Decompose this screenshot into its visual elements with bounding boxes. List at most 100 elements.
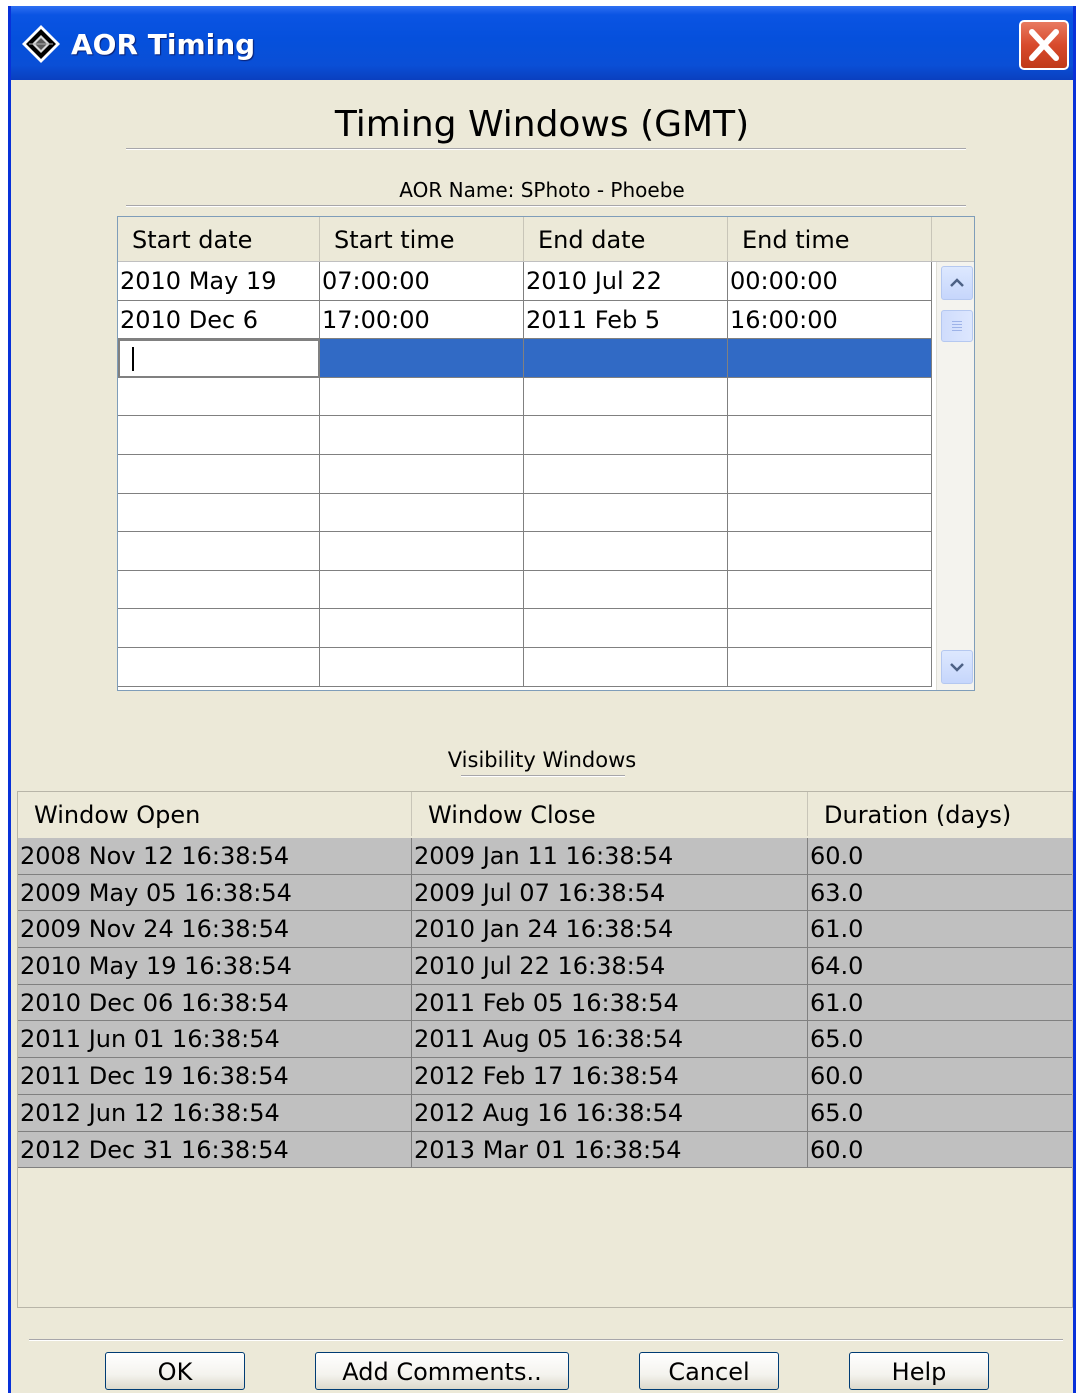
table-cell[interactable] bbox=[524, 454, 728, 494]
table-cell[interactable] bbox=[320, 647, 524, 687]
timing-table-scrollbar[interactable] bbox=[936, 262, 974, 690]
table-cell: 61.0 bbox=[808, 984, 1072, 1022]
column-header-end-time[interactable]: End time bbox=[728, 217, 932, 261]
table-cell[interactable] bbox=[524, 647, 728, 687]
table-cell[interactable]: 07:00:00 bbox=[320, 262, 524, 301]
table-cell[interactable]: 2010 May 19 bbox=[118, 262, 320, 301]
table-cell[interactable] bbox=[320, 454, 524, 494]
scroll-up-button[interactable] bbox=[941, 266, 973, 300]
table-cell: 2010 May 19 16:38:54 bbox=[18, 948, 412, 985]
visibility-table-header: Window Open Window Close Duration (days) bbox=[18, 792, 1072, 836]
table-cell[interactable] bbox=[320, 339, 524, 378]
table-cell[interactable] bbox=[524, 493, 728, 533]
table-cell[interactable] bbox=[524, 609, 728, 648]
close-button[interactable] bbox=[1019, 20, 1069, 70]
table-cell[interactable] bbox=[320, 493, 524, 533]
table-row[interactable] bbox=[118, 647, 932, 687]
ok-button[interactable]: OK bbox=[105, 1352, 245, 1390]
table-cell[interactable] bbox=[118, 493, 320, 533]
table-cell[interactable]: 17:00:00 bbox=[320, 300, 524, 340]
column-header-end-date[interactable]: End date bbox=[524, 217, 728, 261]
table-cell[interactable] bbox=[728, 647, 932, 687]
aor-name-value: SPhoto - Phoebe bbox=[520, 178, 685, 202]
table-cell[interactable] bbox=[728, 377, 932, 417]
table-cell[interactable] bbox=[728, 532, 932, 571]
table-cell[interactable] bbox=[524, 570, 728, 610]
table-cell[interactable] bbox=[118, 377, 320, 417]
column-header-corner bbox=[932, 217, 974, 261]
table-cell: 2010 Jan 24 16:38:54 bbox=[412, 911, 808, 949]
scroll-thumb[interactable] bbox=[941, 310, 973, 342]
table-row[interactable]: 2012 Dec 31 16:38:54 2013 Mar 01 16:38:54… bbox=[18, 1131, 1072, 1169]
table-cell: 2009 Nov 24 16:38:54 bbox=[18, 911, 412, 949]
table-cell: 2012 Aug 16 16:38:54 bbox=[412, 1094, 808, 1132]
table-cell[interactable] bbox=[524, 532, 728, 571]
table-row[interactable]: 2008 Nov 12 16:38:54 2009 Jan 11 16:38:54… bbox=[18, 838, 1072, 875]
column-header-window-close[interactable]: Window Close bbox=[412, 792, 808, 836]
visibility-windows-label: Visibility Windows bbox=[447, 748, 637, 772]
table-cell[interactable] bbox=[320, 570, 524, 610]
table-cell[interactable] bbox=[728, 454, 932, 494]
table-cell: 65.0 bbox=[808, 1094, 1072, 1132]
table-row[interactable] bbox=[118, 493, 932, 533]
table-row[interactable] bbox=[118, 454, 932, 494]
table-cell[interactable] bbox=[118, 532, 320, 571]
table-row[interactable] bbox=[118, 532, 932, 571]
table-row[interactable]: 2012 Jun 12 16:38:54 2012 Aug 16 16:38:54… bbox=[18, 1094, 1072, 1132]
table-cell[interactable] bbox=[728, 493, 932, 533]
table-row[interactable]: 2011 Jun 01 16:38:54 2011 Aug 05 16:38:54… bbox=[18, 1021, 1072, 1059]
table-cell[interactable]: 00:00:00 bbox=[728, 262, 932, 301]
table-row[interactable]: 2011 Dec 19 16:38:54 2012 Feb 17 16:38:54… bbox=[18, 1058, 1072, 1095]
table-cell: 2009 Jul 07 16:38:54 bbox=[412, 874, 808, 912]
table-cell[interactable] bbox=[320, 609, 524, 648]
table-cell[interactable]: 2010 Dec 6 bbox=[118, 300, 320, 340]
help-button[interactable]: Help bbox=[849, 1352, 989, 1390]
table-cell[interactable]: 2011 Feb 5 bbox=[524, 300, 728, 340]
table-row[interactable]: 2010 May 19 16:38:54 2010 Jul 22 16:38:54… bbox=[18, 948, 1072, 985]
table-row[interactable] bbox=[118, 416, 932, 455]
column-header-start-time[interactable]: Start time bbox=[320, 217, 524, 261]
table-row[interactable]: 2009 Nov 24 16:38:54 2010 Jan 24 16:38:54… bbox=[18, 911, 1072, 949]
column-header-duration[interactable]: Duration (days) bbox=[808, 792, 1072, 836]
table-cell: 60.0 bbox=[808, 1131, 1072, 1169]
table-row[interactable]: 2009 May 05 16:38:54 2009 Jul 07 16:38:54… bbox=[18, 874, 1072, 912]
visibility-windows-table[interactable]: Window Open Window Close Duration (days)… bbox=[17, 791, 1073, 1308]
add-comments-button[interactable]: Add Comments.. bbox=[315, 1352, 569, 1390]
table-cell[interactable] bbox=[118, 570, 320, 610]
table-cell[interactable] bbox=[524, 416, 728, 455]
table-cell[interactable] bbox=[728, 339, 932, 378]
column-header-start-date[interactable]: Start date bbox=[118, 217, 320, 261]
table-row[interactable] bbox=[118, 339, 932, 378]
table-cell[interactable] bbox=[118, 454, 320, 494]
table-cell: 2012 Dec 31 16:38:54 bbox=[18, 1131, 412, 1169]
table-row[interactable]: 2010 Dec 6 17:00:00 2011 Feb 5 16:00:00 bbox=[118, 300, 932, 340]
timing-windows-table[interactable]: Start date Start time End date End time … bbox=[117, 216, 975, 691]
title-bar[interactable]: AOR Timing bbox=[11, 6, 1073, 80]
table-cell[interactable] bbox=[524, 377, 728, 417]
table-cell: 65.0 bbox=[808, 1021, 1072, 1059]
table-cell[interactable] bbox=[320, 377, 524, 417]
column-header-window-open[interactable]: Window Open bbox=[18, 792, 412, 836]
table-cell[interactable] bbox=[118, 416, 320, 455]
table-cell[interactable]: 16:00:00 bbox=[728, 300, 932, 340]
table-cell[interactable] bbox=[728, 570, 932, 610]
table-cell[interactable] bbox=[728, 609, 932, 648]
table-cell[interactable] bbox=[118, 609, 320, 648]
table-cell[interactable] bbox=[118, 647, 320, 687]
scroll-down-button[interactable] bbox=[941, 650, 973, 684]
table-cell: 2008 Nov 12 16:38:54 bbox=[18, 838, 412, 875]
table-cell: 2011 Feb 05 16:38:54 bbox=[412, 984, 808, 1022]
cell-editor-input[interactable] bbox=[118, 339, 320, 378]
table-cell[interactable]: 2010 Jul 22 bbox=[524, 262, 728, 301]
table-row[interactable] bbox=[118, 570, 932, 610]
heading-divider bbox=[126, 148, 966, 150]
table-cell[interactable] bbox=[320, 532, 524, 571]
table-cell[interactable] bbox=[728, 416, 932, 455]
table-row[interactable]: 2010 May 19 07:00:00 2010 Jul 22 00:00:00 bbox=[118, 262, 932, 301]
cancel-button[interactable]: Cancel bbox=[639, 1352, 779, 1390]
table-cell[interactable] bbox=[524, 339, 728, 378]
table-cell[interactable] bbox=[320, 416, 524, 455]
table-row[interactable] bbox=[118, 377, 932, 417]
table-row[interactable]: 2010 Dec 06 16:38:54 2011 Feb 05 16:38:54… bbox=[18, 984, 1072, 1022]
table-row[interactable] bbox=[118, 609, 932, 648]
